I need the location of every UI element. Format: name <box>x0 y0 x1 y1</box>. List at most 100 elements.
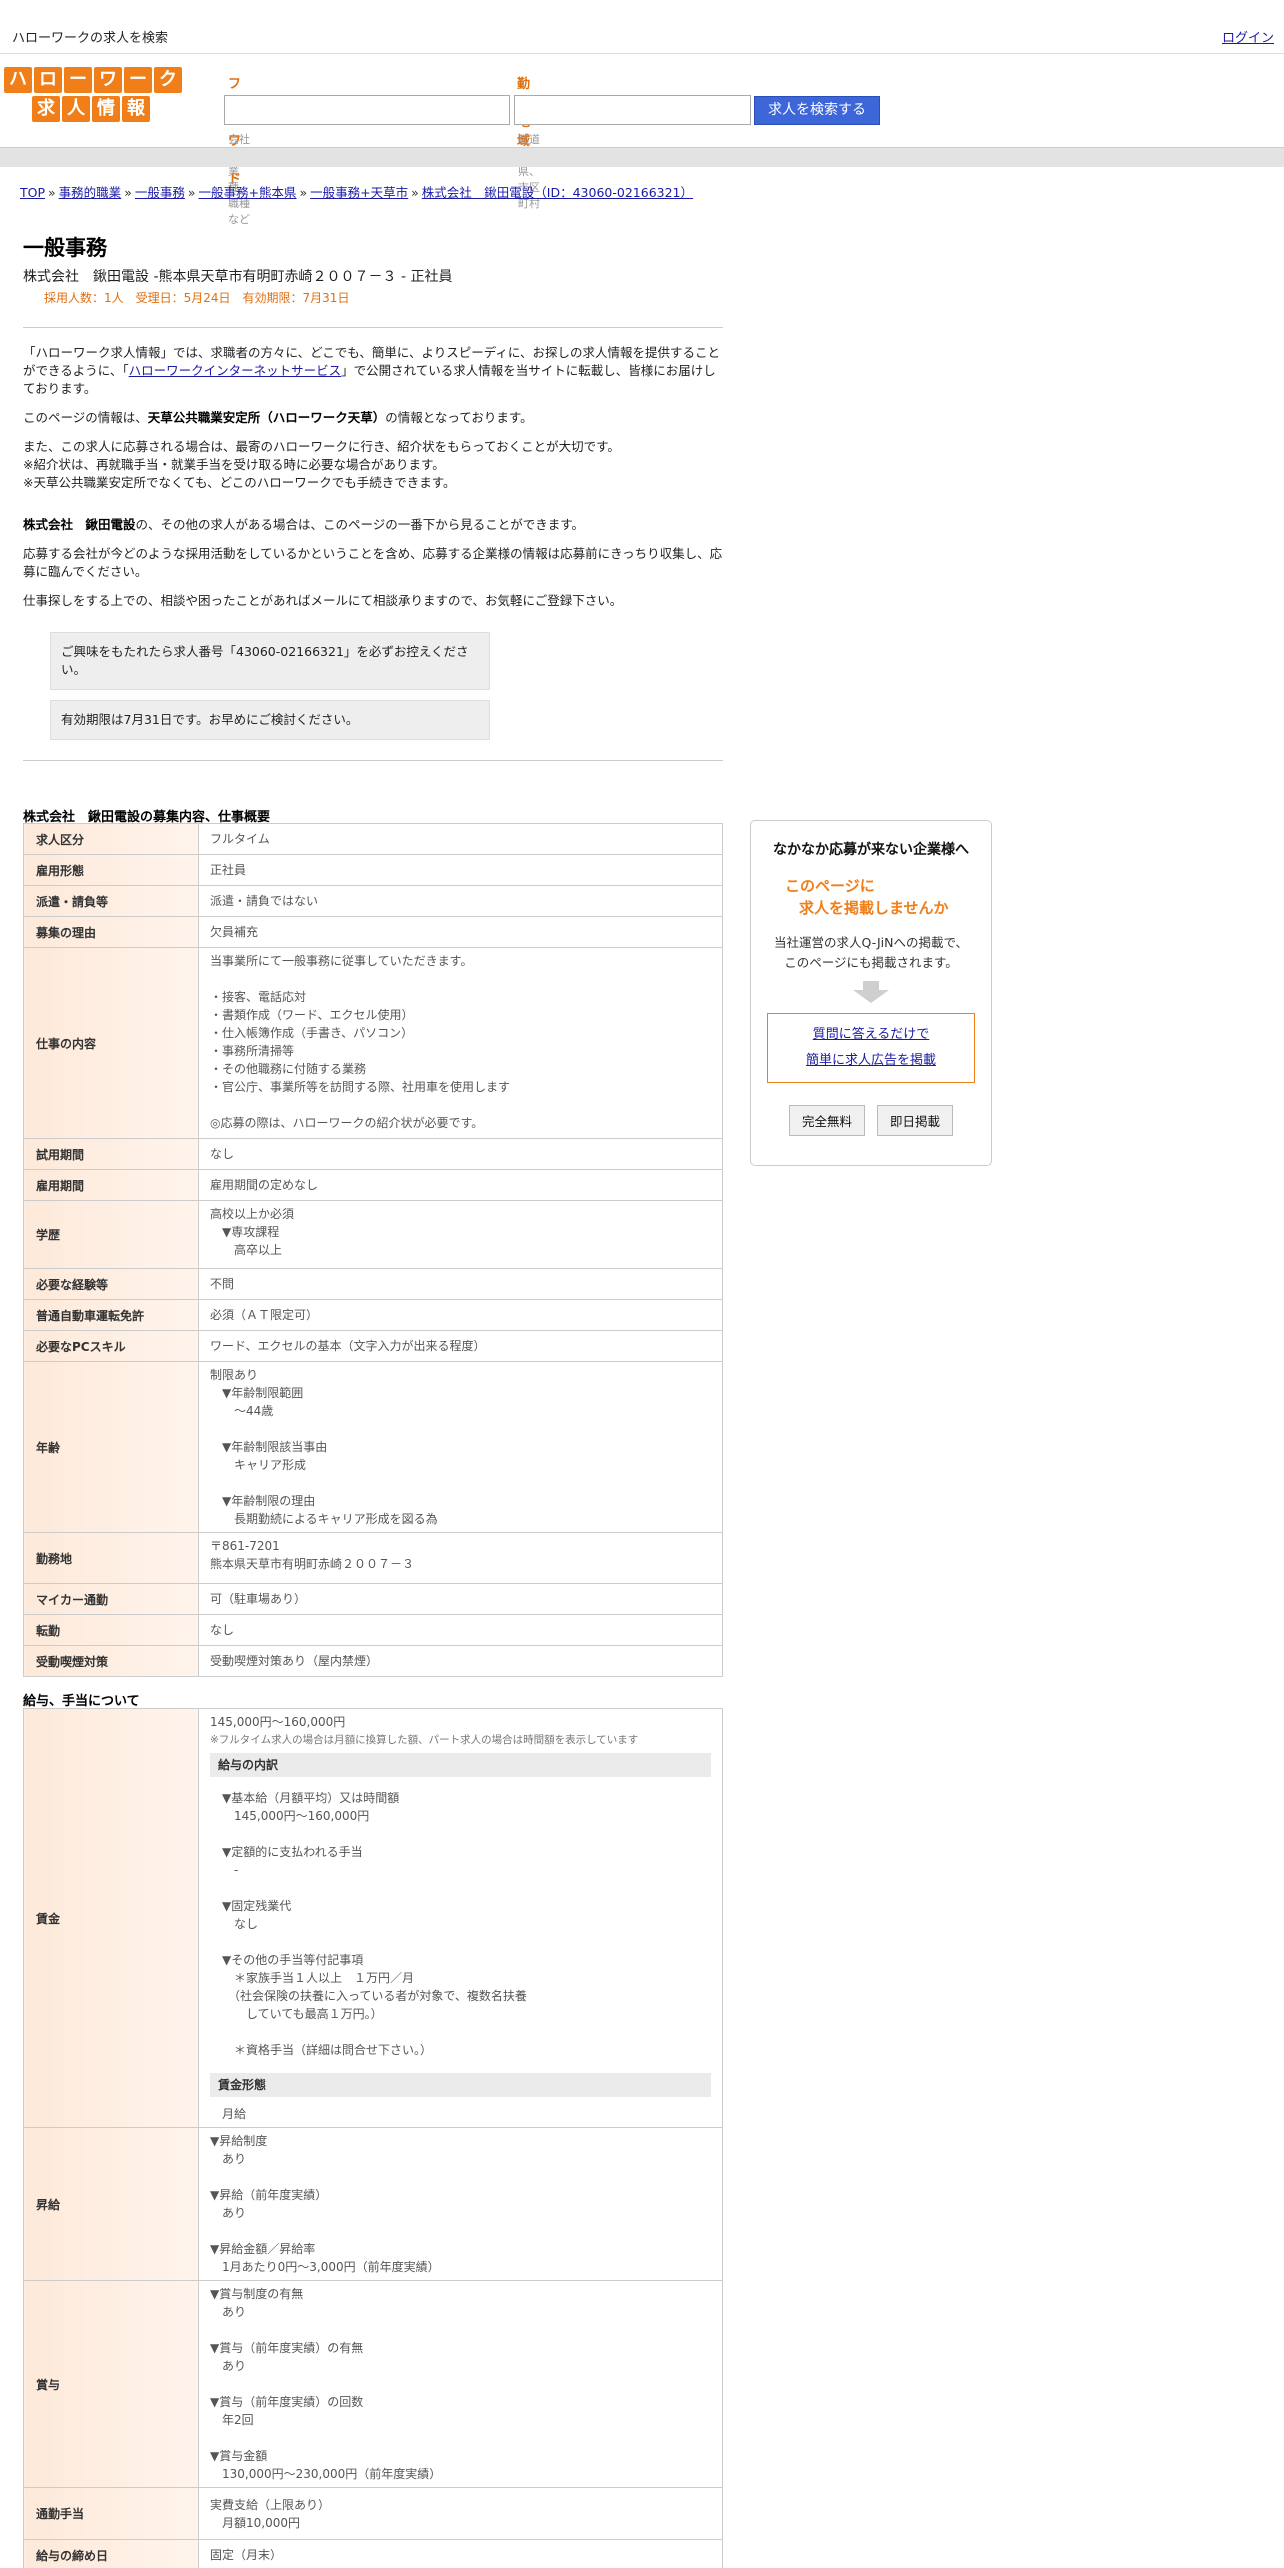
row-label: 必要な経験等 <box>23 1268 199 1300</box>
site-logo[interactable]: ハローワーク 求人情報 <box>4 67 182 123</box>
row-value: なし <box>198 1138 723 1170</box>
salary-table: 賃金 145,000円〜160,000円 ※フルタイム求人の場合は月額に換算した… <box>23 1708 723 2568</box>
cell-line: ＊資格手当（詳細は問合せ下さい。） <box>222 2043 433 2057</box>
ad-title: なかなか応募が来ない企業様へ <box>773 842 969 858</box>
row-value: 可（駐車場あり） <box>198 1583 723 1615</box>
cell-line <box>210 1096 711 1114</box>
location-input[interactable] <box>514 95 751 125</box>
free-button[interactable]: 完全無料 <box>788 1105 865 1136</box>
ad-link-answer-questions[interactable]: 質問に答えるだけで <box>813 1027 930 1042</box>
logo-char: 情 <box>92 96 120 122</box>
table-row: 仕事の内容 当事業所にて一般事務に従事していただきます。 ・接客、電話応対 ・書類作成… <box>23 947 723 1139</box>
row-value: 受動喫煙対策あり（屋内禁煙） <box>198 1645 723 1677</box>
cell-line: ・仕入帳簿作成（手書き、パソコン） <box>210 1026 414 1040</box>
cell-line: ▼定額的に支払われる手当 <box>222 1845 363 1859</box>
cell-line: ▼その他の手当等付記事項 <box>222 1953 364 1967</box>
same-day-button[interactable]: 即日掲載 <box>877 1105 954 1136</box>
cell-line <box>210 2321 711 2339</box>
login-link[interactable]: ログイン <box>1222 27 1274 46</box>
wage-cell: 145,000円〜160,000円 ※フルタイム求人の場合は月額に換算した額、パ… <box>198 1708 723 2128</box>
breadcrumb-prefecture[interactable]: 一般事務+熊本県 <box>199 185 297 200</box>
raise-cell: ▼昇給制度 あり ▼昇給（前年度実績） あり ▼昇給金額／昇給率 1月あたり0円〜3… <box>198 2127 723 2281</box>
cell-line <box>210 1420 711 1438</box>
other-jobs-paragraph: 株式会社 鍬田電設の、その他の求人がある場合は、このページの一番下から見ることが… <box>23 517 585 532</box>
row-label: 募集の理由 <box>23 916 199 948</box>
row-value: 〒861-7201 熊本県天草市有明町赤崎２００７－３ <box>198 1532 723 1584</box>
row-label: 試用期間 <box>23 1138 199 1170</box>
row-value: 雇用期間の定めなし <box>198 1169 723 1201</box>
commute-cell: 実費支給（上限あり） 月額10,000円 <box>198 2487 723 2540</box>
salary-title: 給与、手当について <box>23 1694 140 1709</box>
cell-line <box>222 1879 711 1897</box>
breadcrumb: TOP» 事務的職業» 一般事務» 一般事務+熊本県» 一般事務+天草市» 株式会社 鍬田… <box>20 185 694 200</box>
table-row: 転勤 なし <box>23 1614 723 1646</box>
consult-paragraph: 仕事探しをする上での、相談や困ったことがあればメールにて相談承りますので、お気軽… <box>23 593 623 608</box>
site-tagline: ハローワークの求人を検索 <box>12 31 169 46</box>
advice-paragraph: 応募する会社が今どのような採用活動をしているかということを含め、応募する企業様の… <box>23 546 723 579</box>
table-row: 昇給 ▼昇給制度 あり ▼昇給（前年度実績） あり ▼昇給金額／昇給率 1月あたり0… <box>23 2127 723 2281</box>
row-label: 年齢 <box>23 1361 199 1533</box>
cell-line <box>210 2168 711 2186</box>
cell-line: ◎応募の際は、ハローワークの紹介状が必要です。 <box>210 1116 484 1130</box>
table-row: 賃金 145,000円〜160,000円 ※フルタイム求人の場合は月額に換算した… <box>23 1708 723 2128</box>
table-row: 雇用期間 雇用期間の定めなし <box>23 1169 723 1201</box>
row-label-bonus: 賞与 <box>23 2280 199 2488</box>
logo-char: ク <box>154 67 182 93</box>
freeword-input[interactable] <box>224 95 510 125</box>
cell-line: 1月あたり0円〜3,000円（前年度実績） <box>210 2260 440 2274</box>
wage-range: 145,000円〜160,000円 <box>210 1715 346 1729</box>
divider <box>23 327 723 328</box>
cell-line: - <box>222 1863 239 1877</box>
cell-line: 月額10,000円 <box>210 2515 300 2530</box>
row-label: 受動喫煙対策 <box>23 1645 199 1677</box>
cell-line <box>210 2222 711 2240</box>
logo-char: ハ <box>4 67 32 93</box>
job-title: 一般事務 <box>23 236 107 260</box>
table-row: 学歴 高校以上か必須 ▼専攻課程 高卒以上 <box>23 1200 723 1269</box>
cell-line: ▼賞与制度の有無 <box>210 2287 304 2301</box>
row-label: 派遣・請負等 <box>23 885 199 917</box>
row-label: 仕事の内容 <box>23 947 199 1139</box>
cell-line: ・事務所清掃等 <box>210 1044 295 1058</box>
table-row: 普通自動車運転免許 必須（ＡＴ限定可） <box>23 1299 723 1331</box>
cell-line: （社会保険の扶養に入っている者が対象で、複数名扶養 <box>222 1989 527 2003</box>
cell-line: 高校以上か必須 <box>210 1207 295 1221</box>
wage-form-heading: 賃金形態 <box>210 2073 711 2097</box>
cell-line: ・その他職務に付随する業務 <box>210 1062 367 1076</box>
cell-line: あり <box>210 2305 247 2319</box>
breakdown-list: ▼基本給（月額平均）又は時間額 145,000円〜160,000円 ▼定額的に支払… <box>210 1789 711 2059</box>
row-value: 正社員 <box>198 854 723 886</box>
referral-paragraph: また、この求人に応募される場合は、最寄のハローワークに行き、紹介状をもらっておく… <box>23 439 620 490</box>
cell-line: していても最高１万円。） <box>222 2007 383 2021</box>
cell-line: ▼賞与（前年度実績）の回数 <box>210 2395 364 2409</box>
logo-char: 報 <box>122 96 150 122</box>
row-label-commute: 通勤手当 <box>23 2487 199 2540</box>
search-button[interactable]: 求人を検索する <box>754 96 880 125</box>
row-label-raise: 昇給 <box>23 2127 199 2281</box>
job-subtitle: 株式会社 鍬田電設 -熊本県天草市有明町赤崎２００７－３ - 正社員 <box>23 269 453 285</box>
breadcrumb-top[interactable]: TOP <box>20 185 45 200</box>
logo-char: ー <box>64 67 92 93</box>
hellowork-internet-service-link[interactable]: ハローワークインターネットサービス <box>129 363 342 378</box>
breadcrumb-job-type[interactable]: 一般事務 <box>135 185 185 200</box>
ad-link-post-job[interactable]: 簡単に求人広告を掲載 <box>806 1053 936 1068</box>
row-label: 転勤 <box>23 1614 199 1646</box>
breadcrumb-category[interactable]: 事務的職業 <box>59 185 122 200</box>
cell-line: ▼昇給制度 <box>210 2134 268 2148</box>
cell-line: ・官公庁、事業所等を訪問する際、社用車を使用します <box>210 1080 511 1094</box>
cell-line: あり <box>210 2359 247 2373</box>
table-row: 求人区分 フルタイム <box>23 823 723 855</box>
row-label: マイカー通勤 <box>23 1583 199 1615</box>
table-row: 必要なPCスキル ワード、エクセルの基本（文字入力が出来る程度） <box>23 1330 723 1362</box>
breadcrumb-city[interactable]: 一般事務+天草市 <box>310 185 408 200</box>
ad-link-box: 質問に答えるだけで 簡単に求人広告を掲載 <box>767 1013 975 1083</box>
job-meta: 採用人数：1人 受理日：5月24日 有効期限：7月31日 <box>44 291 350 305</box>
row-value: 当事業所にて一般事務に従事していただきます。 ・接客、電話応対 ・書類作成（ワード、… <box>198 947 723 1139</box>
logo-char: ロ <box>34 67 62 93</box>
row-value: 欠員補充 <box>198 916 723 948</box>
cell-line: ▼昇給（前年度実績） <box>210 2188 328 2202</box>
row-value: なし <box>198 1614 723 1646</box>
cell-line: 130,000円〜230,000円（前年度実績） <box>210 2467 442 2481</box>
freeword-hint: 会社名、業種、職種など <box>228 133 250 226</box>
breadcrumb-company[interactable]: 株式会社 鍬田電設（ID：43060-02166321） <box>422 185 693 200</box>
